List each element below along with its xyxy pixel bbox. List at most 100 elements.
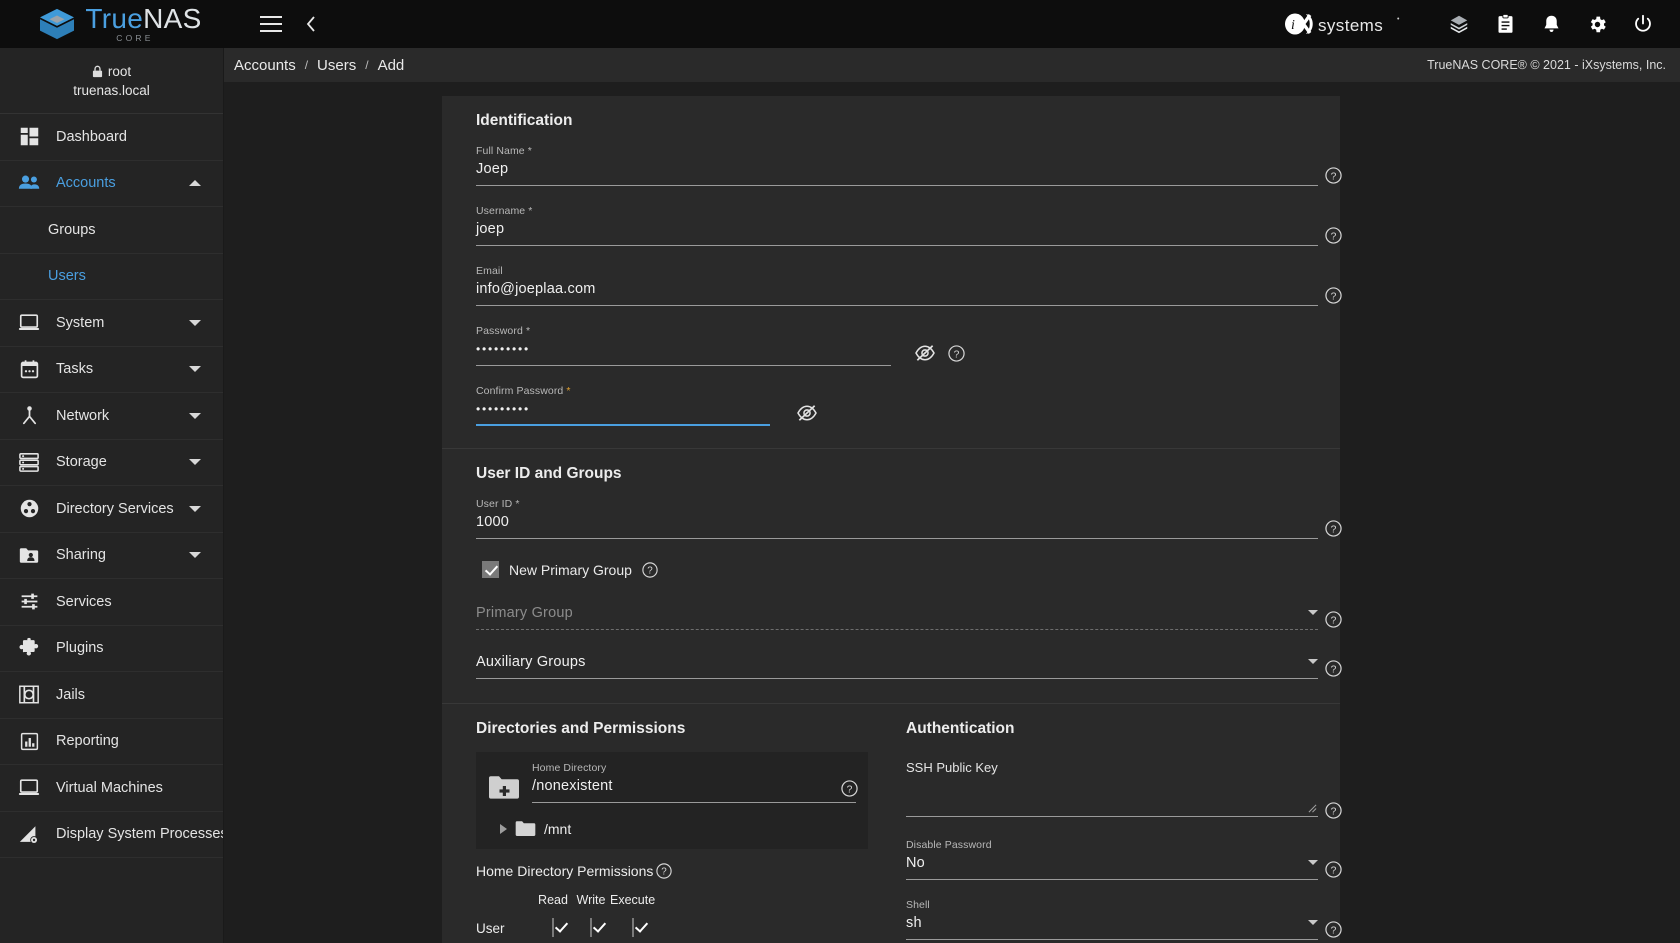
sidebar-item-directory-services[interactable]: Directory Services (0, 486, 223, 533)
email-input[interactable]: info@joeplaa.com (476, 280, 1318, 306)
permission-cell-user-write[interactable] (572, 918, 610, 943)
breadcrumb-item-accounts[interactable]: Accounts (234, 57, 296, 74)
topbar-right-actions: i systems • (1284, 0, 1680, 48)
sidebar-item-accounts[interactable]: Accounts (0, 161, 223, 207)
sidebar-item-display-system-processes[interactable]: Display System Processes (0, 812, 223, 858)
expand-triangle-icon[interactable] (500, 823, 507, 834)
new-primary-group-checkbox[interactable] (482, 561, 499, 578)
disable-password-field[interactable]: Disable Password No ? (906, 839, 1342, 880)
help-icon[interactable]: ? (1325, 802, 1342, 819)
sidebar-item-dashboard[interactable]: Dashboard (0, 114, 223, 161)
brand-true-text: True (85, 3, 144, 35)
username-field[interactable]: Username * joep ? (476, 205, 1342, 246)
toggle-confirm-password-visibility-icon[interactable] (796, 404, 818, 422)
sidebar-item-system[interactable]: System (0, 300, 223, 347)
chevron-up-icon[interactable] (189, 180, 201, 187)
help-icon[interactable]: ? (1325, 287, 1342, 304)
user-id-field[interactable]: User ID * 1000 ? (476, 498, 1342, 539)
folder-add-icon[interactable] (488, 774, 520, 800)
breadcrumb-item-users[interactable]: Users (317, 57, 356, 74)
chevron-down-icon[interactable] (189, 552, 201, 559)
svg-text:?: ? (1331, 615, 1337, 626)
hamburger-icon[interactable] (254, 9, 288, 39)
user-id-input[interactable]: 1000 (476, 513, 1318, 539)
chevron-down-icon[interactable] (189, 366, 201, 373)
help-icon[interactable]: ? (1325, 921, 1342, 938)
shell-field[interactable]: Shell sh ? (906, 899, 1342, 940)
help-icon[interactable]: ? (1325, 167, 1342, 184)
sidebar-item-label: Plugins (56, 640, 104, 657)
sidebar-item-network[interactable]: Network (0, 393, 223, 440)
help-icon[interactable]: ? (1325, 227, 1342, 244)
confirm-password-field[interactable]: Confirm Password * ••••••••• (476, 385, 817, 426)
section-title: Authentication (906, 720, 1015, 737)
dashboard-icon (12, 126, 46, 147)
toggle-password-visibility-icon[interactable] (914, 344, 936, 362)
brand-logo-area[interactable]: TrueNAS CORE (0, 0, 240, 48)
chevron-down-icon[interactable] (189, 505, 201, 512)
clipboard-icon[interactable] (1482, 0, 1528, 48)
sidebar-item-virtual-machines[interactable]: Virtual Machines (0, 765, 223, 812)
sidebar-item-label: Dashboard (56, 128, 127, 145)
sidebar-item-tasks[interactable]: Tasks (0, 347, 223, 393)
section-title: Directories and Permissions (476, 720, 686, 737)
sidebar-item-storage[interactable]: Storage (0, 440, 223, 486)
full-name-field[interactable]: Full Name * Joep ? (476, 145, 1342, 186)
top-bar: TrueNAS CORE i systems • (0, 0, 1680, 48)
auxiliary-groups-field[interactable]: Auxiliary Groups ? (476, 649, 1342, 679)
sidebar-item-services[interactable]: Services (0, 579, 223, 626)
breadcrumb-item-add[interactable]: Add (378, 57, 405, 74)
primary-group-select[interactable]: Primary Group (476, 604, 1318, 630)
auxiliary-groups-select[interactable]: Auxiliary Groups (476, 649, 1318, 679)
chevron-left-icon[interactable] (294, 9, 328, 39)
help-icon[interactable]: ? (642, 561, 658, 578)
help-icon[interactable]: ? (841, 780, 858, 797)
directory-tree-node[interactable]: /mnt (488, 820, 856, 837)
help-icon[interactable]: ? (1325, 861, 1342, 878)
ssh-public-key-field[interactable]: SSH Public Key ? (906, 760, 1342, 819)
chevron-down-icon[interactable] (189, 412, 201, 419)
ssh-public-key-textarea[interactable] (906, 779, 1318, 817)
help-icon[interactable]: ? (1325, 611, 1342, 628)
directories-authentication-section: Directories and Permissions Home Directo… (442, 704, 1342, 943)
sidebar-item-plugins[interactable]: Plugins (0, 626, 223, 672)
checkbox-user-execute[interactable] (631, 918, 634, 937)
chevron-down-icon (1308, 860, 1318, 865)
chevron-down-icon[interactable] (189, 459, 201, 466)
jobs-icon[interactable] (1436, 0, 1482, 48)
home-directory-label: Home Directory (532, 762, 607, 774)
password-field[interactable]: Password * ••••••••• ? (476, 325, 965, 366)
email-field[interactable]: Email info@joeplaa.com ? (476, 265, 1342, 306)
home-directory-input[interactable]: /nonexistent (532, 777, 856, 803)
password-input[interactable]: ••••••••• (476, 340, 891, 366)
chevron-down-icon[interactable] (189, 319, 201, 326)
help-icon[interactable]: ? (1325, 520, 1342, 537)
sidebar-item-label: Reporting (56, 733, 119, 750)
network-icon (12, 405, 46, 426)
full-name-input[interactable]: Joep (476, 160, 1318, 186)
sidebar-item-sharing[interactable]: Sharing (0, 533, 223, 579)
help-icon[interactable]: ? (656, 863, 673, 879)
sidebar-item-label: Directory Services (56, 500, 174, 517)
bell-icon[interactable] (1528, 0, 1574, 48)
help-icon[interactable]: ? (1325, 660, 1342, 677)
shell-select[interactable]: sh (906, 914, 1318, 940)
username-input[interactable]: joep (476, 220, 1318, 246)
disable-password-select[interactable]: No (906, 854, 1318, 880)
checkbox-user-write[interactable] (590, 918, 592, 937)
sidebar-item-users[interactable]: Users (0, 254, 223, 300)
gear-icon[interactable] (1574, 0, 1620, 48)
checkbox-user-read[interactable] (552, 918, 554, 937)
auxiliary-groups-value: Auxiliary Groups (476, 654, 586, 670)
permission-cell-user-read[interactable] (534, 918, 572, 943)
sidebar-item-reporting[interactable]: Reporting (0, 719, 223, 765)
power-icon[interactable] (1620, 0, 1666, 48)
sidebar-item-jails[interactable]: Jails (0, 672, 223, 719)
new-primary-group-checkbox-row[interactable]: New Primary Group ? (482, 561, 1318, 578)
confirm-password-input[interactable]: ••••••••• (476, 400, 770, 426)
permission-cell-user-execute[interactable] (610, 918, 655, 943)
help-icon[interactable]: ? (948, 345, 965, 362)
resize-grip-icon[interactable] (1308, 804, 1317, 813)
primary-group-field[interactable]: Primary Group ? (476, 604, 1342, 630)
sidebar-item-groups[interactable]: Groups (0, 207, 223, 254)
